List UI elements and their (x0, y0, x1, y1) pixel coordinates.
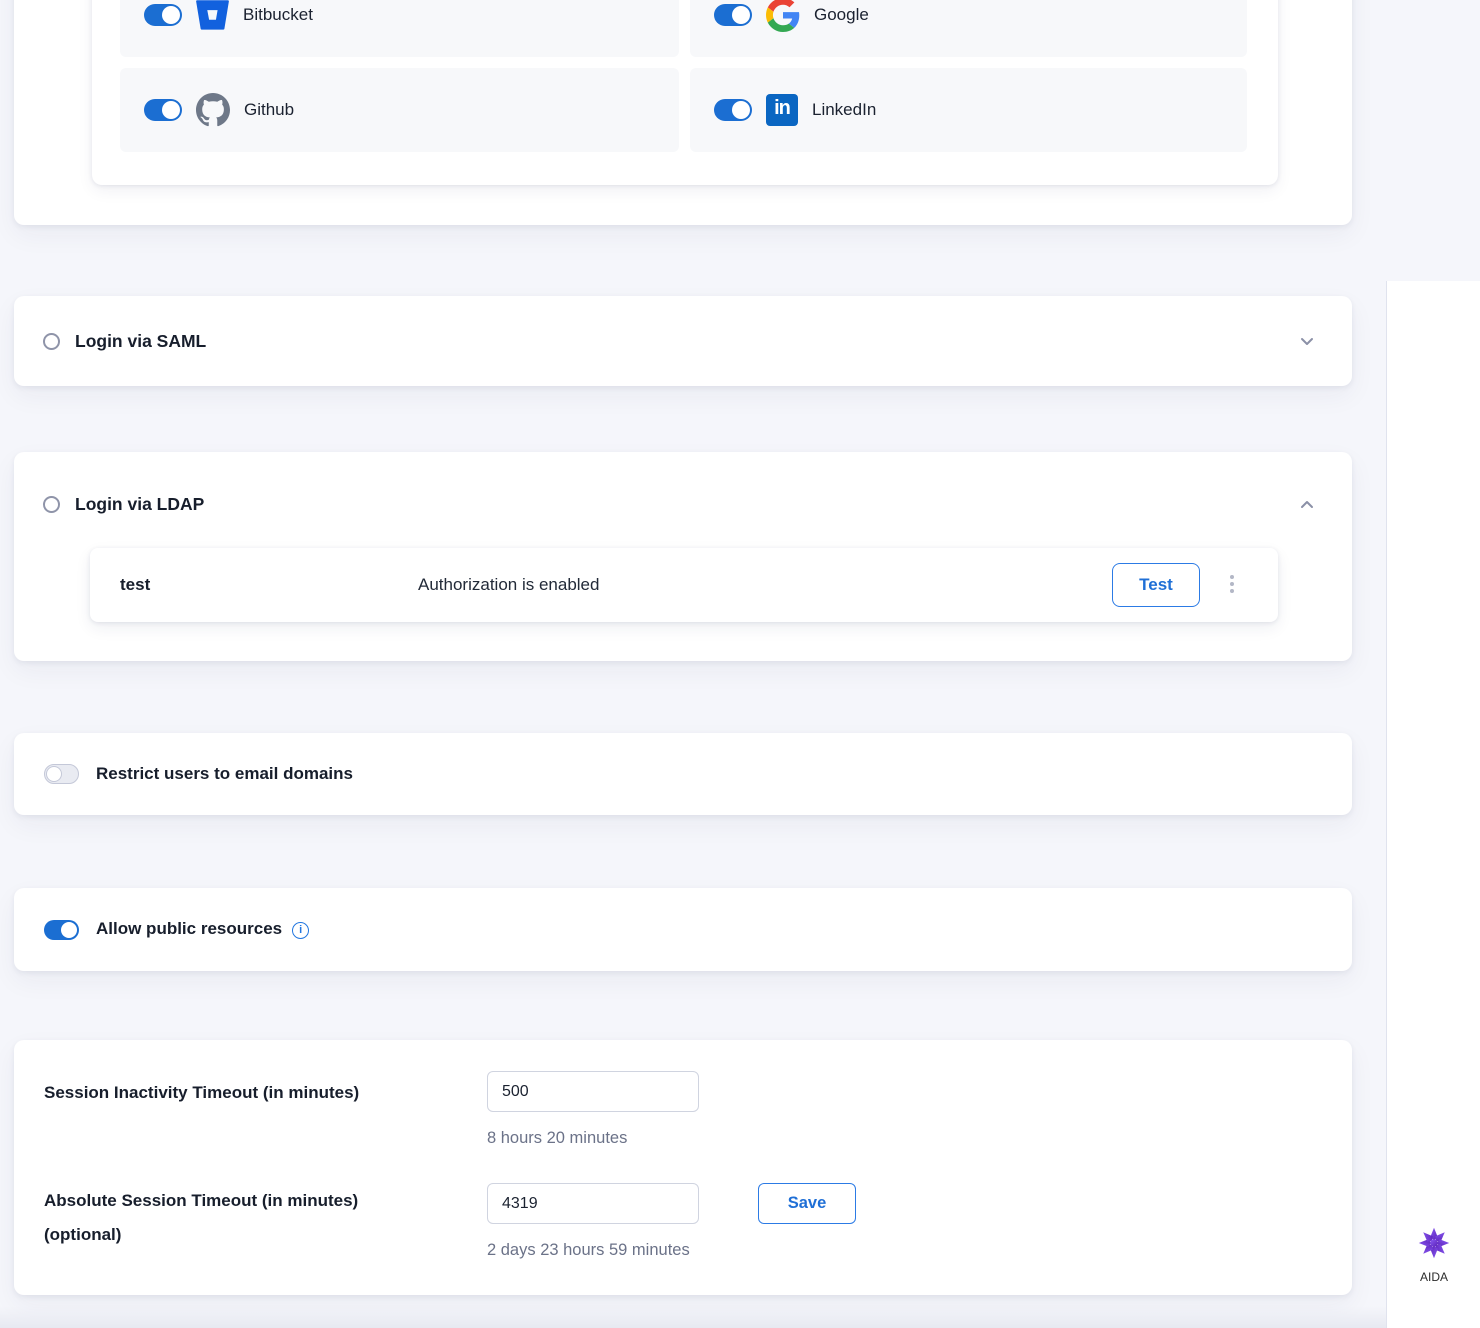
restrict-email-domains-toggle[interactable] (44, 764, 79, 784)
ldap-entry-row: test Authorization is enabled Test (90, 548, 1278, 622)
toggle-knob (162, 6, 180, 24)
provider-label: Google (814, 5, 869, 25)
toggle-knob (732, 6, 750, 24)
chevron-up-icon[interactable] (1298, 496, 1316, 519)
ldap-section-header[interactable]: Login via LDAP (43, 494, 204, 515)
google-toggle[interactable] (714, 4, 752, 26)
chevron-down-icon[interactable] (1298, 332, 1316, 355)
aida-flower-icon (1415, 1224, 1453, 1262)
allow-public-resources-toggle[interactable] (44, 920, 79, 940)
vertical-divider (1386, 281, 1387, 1328)
bottom-fade (0, 1306, 1386, 1328)
session-settings-card: Session Inactivity Timeout (in minutes) … (14, 1040, 1352, 1295)
provider-row-github: Github (120, 68, 679, 152)
assistant-side-panel (1387, 281, 1480, 1328)
save-button[interactable]: Save (758, 1183, 856, 1224)
provider-label: LinkedIn (812, 100, 876, 120)
ldap-radio[interactable] (43, 496, 60, 513)
provider-label: Github (244, 100, 294, 120)
saml-radio[interactable] (43, 333, 60, 350)
ldap-section-title: Login via LDAP (75, 494, 204, 515)
allow-public-resources-label: Allow public resourcesi (96, 919, 309, 940)
oauth-providers-inner-card: Bitbucket Google Github (92, 0, 1278, 185)
ldap-entry-name: test (120, 548, 150, 622)
absolute-timeout-label: Absolute Session Timeout (in minutes) (o… (44, 1184, 444, 1252)
kebab-menu-icon[interactable] (1226, 571, 1238, 597)
provider-row-bitbucket: Bitbucket (120, 0, 679, 57)
google-icon (766, 0, 800, 32)
bitbucket-toggle[interactable] (144, 4, 182, 26)
toggle-knob (732, 101, 750, 119)
saml-section-title: Login via SAML (75, 331, 206, 352)
provider-label: Bitbucket (243, 5, 313, 25)
linkedin-toggle[interactable] (714, 99, 752, 121)
inactivity-timeout-hint: 8 hours 20 minutes (487, 1129, 627, 1148)
github-icon (196, 93, 230, 127)
ldap-test-button[interactable]: Test (1112, 563, 1200, 607)
github-toggle[interactable] (144, 99, 182, 121)
linkedin-icon: in (766, 94, 798, 126)
assistant-badge[interactable]: AIDA (1404, 1224, 1464, 1284)
ldap-section-card: Login via LDAP test Authorization is ena… (14, 452, 1352, 661)
provider-row-google: Google (690, 0, 1247, 57)
toggle-knob (61, 922, 77, 938)
bitbucket-icon (196, 0, 229, 30)
toggle-knob (162, 101, 180, 119)
assistant-badge-label: AIDA (1404, 1270, 1464, 1284)
info-icon[interactable]: i (292, 922, 309, 939)
saml-section-card[interactable]: Login via SAML (14, 296, 1352, 386)
absolute-timeout-input[interactable] (487, 1183, 699, 1224)
restrict-email-domains-label: Restrict users to email domains (96, 764, 353, 784)
restrict-email-domains-card: Restrict users to email domains (14, 733, 1352, 815)
provider-row-linkedin: in LinkedIn (690, 68, 1247, 152)
inactivity-timeout-label: Session Inactivity Timeout (in minutes) (44, 1076, 359, 1110)
toggle-knob (46, 766, 62, 782)
absolute-timeout-hint: 2 days 23 hours 59 minutes (487, 1241, 690, 1260)
oauth-providers-card: Bitbucket Google Github (14, 0, 1352, 225)
inactivity-timeout-input[interactable] (487, 1071, 699, 1112)
allow-public-resources-card: Allow public resourcesi (14, 888, 1352, 971)
ldap-entry-status: Authorization is enabled (418, 548, 599, 622)
